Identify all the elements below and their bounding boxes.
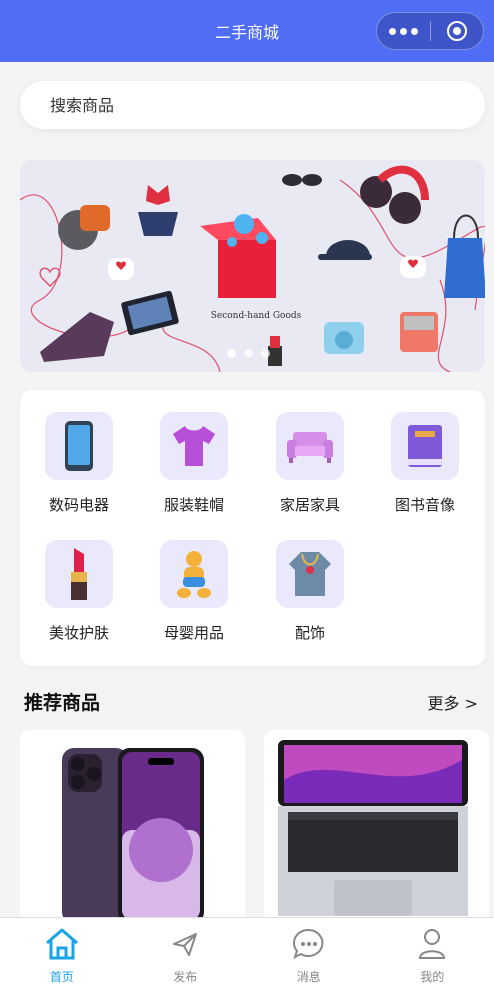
category-baby[interactable]: 母婴用品 bbox=[144, 540, 244, 643]
tab-label: 发布 bbox=[173, 970, 198, 984]
category-label: 图书音像 bbox=[394, 496, 455, 514]
tab-messages[interactable]: 消息 bbox=[247, 918, 371, 991]
close-button[interactable] bbox=[431, 13, 483, 49]
close-target-icon bbox=[446, 21, 467, 41]
category-label: 配饰 bbox=[294, 624, 325, 642]
category-furniture[interactable]: 家居家具 bbox=[260, 412, 360, 515]
product-image-laptop bbox=[264, 730, 489, 930]
tshirt-icon bbox=[160, 412, 228, 480]
category-label: 家居家具 bbox=[279, 496, 340, 514]
tab-label: 消息 bbox=[296, 970, 321, 984]
banner-carousel[interactable]: Second-hand Goods bbox=[20, 160, 485, 372]
recommend-more-link[interactable]: 更多 > bbox=[428, 690, 479, 714]
page-title: 二手商城 bbox=[214, 23, 279, 42]
more-button[interactable] bbox=[377, 13, 430, 49]
category-books[interactable]: 图书音像 bbox=[375, 412, 475, 515]
mini-program-capsule bbox=[376, 12, 484, 50]
message-icon bbox=[291, 926, 327, 962]
search-input[interactable] bbox=[50, 95, 430, 115]
tab-profile[interactable]: 我的 bbox=[371, 918, 494, 991]
phone-icon bbox=[45, 412, 113, 480]
category-label: 母婴用品 bbox=[163, 624, 224, 642]
category-label: 服装鞋帽 bbox=[163, 496, 224, 514]
tab-home[interactable]: 首页 bbox=[0, 918, 124, 991]
navbar: 二手商城 bbox=[0, 0, 494, 62]
category-beauty[interactable]: 美妆护肤 bbox=[29, 540, 129, 643]
carousel-indicator bbox=[227, 349, 270, 358]
sofa-icon bbox=[276, 412, 344, 480]
banner-caption: Second-hand Goods bbox=[211, 311, 302, 321]
send-icon bbox=[167, 926, 203, 962]
user-icon bbox=[414, 926, 450, 962]
carousel-dot[interactable] bbox=[261, 349, 270, 358]
category-label: 数码电器 bbox=[48, 496, 109, 514]
carousel-dot[interactable] bbox=[227, 349, 236, 358]
book-icon bbox=[391, 412, 459, 480]
carousel-dot[interactable] bbox=[244, 349, 253, 358]
recommend-title: 推荐商品 bbox=[24, 692, 101, 714]
baby-icon bbox=[160, 540, 228, 608]
lipstick-icon bbox=[45, 540, 113, 608]
product-image-phone bbox=[20, 730, 245, 930]
banner-image: Second-hand Goods bbox=[20, 160, 485, 372]
tab-publish[interactable]: 发布 bbox=[124, 918, 248, 991]
category-clothing[interactable]: 服装鞋帽 bbox=[144, 412, 244, 515]
tab-bar: 首页 发布 消息 我的 bbox=[0, 917, 494, 991]
product-card[interactable] bbox=[264, 730, 489, 930]
category-accessories[interactable]: 配饰 bbox=[260, 540, 360, 643]
category-digital[interactable]: 数码电器 bbox=[29, 412, 129, 515]
category-grid: 数码电器 服装鞋帽 家居家具 图书音像 美妆护肤 母婴用品 配饰 bbox=[20, 390, 485, 666]
tab-label: 首页 bbox=[49, 970, 74, 984]
home-icon bbox=[44, 926, 80, 962]
search-bar[interactable] bbox=[20, 81, 485, 129]
more-dots-icon bbox=[389, 27, 396, 35]
tab-label: 我的 bbox=[420, 970, 445, 984]
product-card[interactable] bbox=[20, 730, 245, 930]
necklace-icon bbox=[276, 540, 344, 608]
category-label: 美妆护肤 bbox=[48, 624, 109, 642]
